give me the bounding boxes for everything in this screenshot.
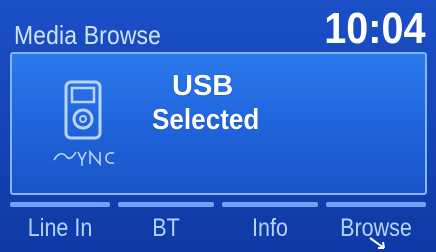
softkey-line-in[interactable]: Line In [10, 202, 110, 250]
clock: 10:04 [324, 4, 426, 53]
softkey-bar [222, 202, 318, 207]
softkey-label: BT [152, 214, 180, 242]
softkey-label: Info [252, 214, 288, 242]
softkey-info[interactable]: Info [222, 202, 318, 250]
source-status: Selected [152, 104, 260, 136]
screen-title: Media Browse [14, 20, 162, 50]
sync-logo [53, 149, 115, 167]
softkey-bar [326, 202, 426, 207]
main-panel: USB Selected [10, 52, 427, 195]
ipod-sync-icon [53, 80, 115, 167]
softkey-bar [118, 202, 214, 207]
softkey-label: Line In [27, 214, 93, 242]
softkey-bt[interactable]: BT [118, 202, 214, 250]
source-label: USB [172, 70, 234, 102]
softkey-bar [10, 202, 110, 207]
display-screen: Media Browse 10:04 USB Selected Line In [0, 0, 436, 250]
